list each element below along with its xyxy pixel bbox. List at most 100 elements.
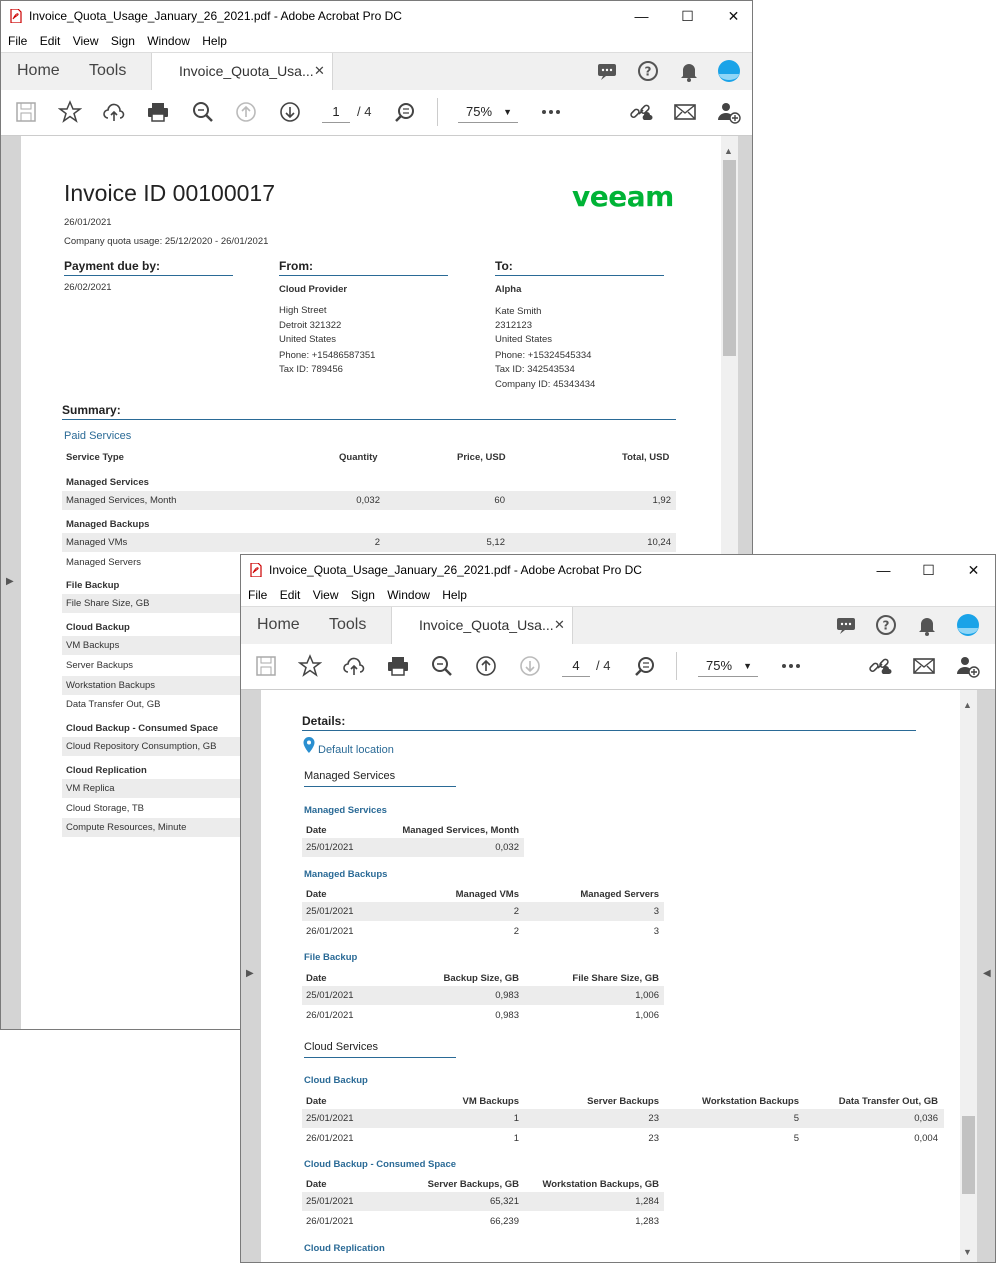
menu-help[interactable]: Help <box>195 31 227 48</box>
tab-document[interactable]: Invoice_Quota_Usa... ✕ <box>151 53 333 90</box>
save-icon[interactable] <box>14 100 38 124</box>
scroll-up-icon[interactable]: ▲ <box>724 146 733 156</box>
email-icon[interactable] <box>912 654 936 678</box>
bookmark-star-icon[interactable] <box>298 654 322 678</box>
from-phone: Phone: +15486587351 <box>279 350 376 361</box>
detail-table-title: File Backup <box>304 952 358 963</box>
print-icon[interactable] <box>386 654 410 678</box>
date-cell: 25/01/2021 <box>306 990 354 1001</box>
zoom-fit-icon[interactable] <box>393 100 417 124</box>
maximize-button[interactable]: ☐ <box>665 1 710 31</box>
service-name: Cloud Repository Consumption, GB <box>66 741 217 752</box>
invoice-date: 26/01/2021 <box>64 217 112 228</box>
avatar[interactable] <box>956 613 980 637</box>
menu-file[interactable]: File <box>1 31 27 48</box>
detail-column-header: Date <box>306 1096 327 1107</box>
location-pin-icon <box>303 737 315 753</box>
zoom-search-icon[interactable] <box>191 100 215 124</box>
detail-table-row: 26/01/2021 0,983 1,006 <box>302 1006 664 1025</box>
tab-tools[interactable]: Tools <box>89 62 126 80</box>
share-link-icon[interactable] <box>629 100 653 124</box>
col-price: Price, USD <box>457 452 506 463</box>
value-cell: 0,004 <box>914 1133 938 1144</box>
close-tab-icon[interactable]: ✕ <box>314 63 325 79</box>
tab-home[interactable]: Home <box>257 616 300 634</box>
help-icon[interactable]: ? <box>874 613 898 637</box>
menu-window[interactable]: Window <box>140 31 190 48</box>
service-name: Managed Servers <box>66 557 141 568</box>
service-name: Server Backups <box>66 660 134 671</box>
tab-document[interactable]: Invoice_Quota_Usa... ✕ <box>391 607 573 644</box>
next-page-icon[interactable] <box>278 100 302 124</box>
save-icon[interactable] <box>254 654 278 678</box>
document-view[interactable]: ▶ ◀ Details: Default location Managed Se… <box>241 690 995 1262</box>
menu-sign[interactable]: Sign <box>104 31 135 48</box>
menu-file[interactable]: File <box>241 585 267 602</box>
print-icon[interactable] <box>146 100 170 124</box>
menu-view[interactable]: View <box>66 31 99 48</box>
minimize-button[interactable]: — <box>619 1 664 31</box>
cloud-upload-icon[interactable] <box>102 100 126 124</box>
prev-page-icon[interactable] <box>234 100 258 124</box>
zoom-search-icon[interactable] <box>430 654 454 678</box>
close-tab-icon[interactable]: ✕ <box>554 617 565 633</box>
scroll-thumb[interactable] <box>962 1116 975 1194</box>
scroll-up-icon[interactable]: ▲ <box>963 700 972 710</box>
share-link-icon[interactable] <box>868 654 892 678</box>
comment-icon[interactable] <box>834 613 858 637</box>
value-cell: 1,006 <box>635 990 659 1001</box>
add-user-icon[interactable] <box>956 654 980 678</box>
maximize-button[interactable]: ☐ <box>906 555 951 585</box>
to-tax: Tax ID: 342543534 <box>495 364 575 375</box>
zoom-select[interactable]: 75% ▼ <box>698 656 758 677</box>
title-bar: Invoice_Quota_Usage_January_26_2021.pdf … <box>1 1 752 31</box>
menu-bar: File Edit View Sign Window Help <box>1 31 752 52</box>
page-number-input[interactable]: 1 <box>322 102 350 123</box>
detail-column-header: Backup Size, GB <box>443 973 520 984</box>
prev-page-icon[interactable] <box>474 654 498 678</box>
scroll-thumb[interactable] <box>723 160 736 356</box>
email-icon[interactable] <box>673 100 697 124</box>
date-cell: 26/01/2021 <box>306 926 354 937</box>
menu-edit[interactable]: Edit <box>33 31 61 48</box>
more-tools-icon[interactable] <box>539 100 563 124</box>
comment-icon[interactable] <box>595 59 619 83</box>
menu-help[interactable]: Help <box>435 585 467 602</box>
menu-sign[interactable]: Sign <box>344 585 375 602</box>
zoom-select[interactable]: 75% ▼ <box>458 102 518 123</box>
to-heading: To: <box>495 259 664 276</box>
vertical-scrollbar[interactable]: ▲ ▼ <box>960 690 977 1262</box>
left-panel-arrow-icon[interactable]: ▶ <box>246 968 254 979</box>
zoom-fit-icon[interactable] <box>633 654 657 678</box>
help-icon[interactable]: ? <box>636 59 660 83</box>
minimize-button[interactable]: — <box>861 555 906 585</box>
close-button[interactable]: ✕ <box>711 1 752 31</box>
scroll-down-icon[interactable]: ▼ <box>963 1247 972 1257</box>
menu-view[interactable]: View <box>306 585 339 602</box>
bookmark-star-icon[interactable] <box>58 100 82 124</box>
bell-icon[interactable] <box>915 613 939 637</box>
detail-column-header: Managed VMs <box>455 889 519 900</box>
menu-edit[interactable]: Edit <box>273 585 301 602</box>
tab-home[interactable]: Home <box>17 62 60 80</box>
detail-table-title: Cloud Backup - Consumed Space <box>304 1159 457 1170</box>
close-button[interactable]: ✕ <box>951 555 995 585</box>
page-number-input[interactable]: 4 <box>562 656 590 677</box>
price-cell: 60 <box>494 495 505 506</box>
more-tools-icon[interactable] <box>779 654 803 678</box>
bell-icon[interactable] <box>677 59 701 83</box>
menu-window[interactable]: Window <box>380 585 430 602</box>
left-panel-arrow-icon[interactable]: ▶ <box>6 576 14 587</box>
service-name: Cloud Storage, TB <box>66 803 144 814</box>
next-page-icon[interactable] <box>518 654 542 678</box>
tab-tools[interactable]: Tools <box>329 616 366 634</box>
zoom-value: 75% <box>466 104 493 119</box>
avatar[interactable] <box>717 59 741 83</box>
cloud-replication-title: Cloud Replication <box>304 1243 385 1254</box>
add-user-icon[interactable] <box>717 100 741 124</box>
summary-row: Managed Services, Month 0,032 60 1,92 <box>62 491 676 510</box>
col-service-type: Service Type <box>66 452 124 463</box>
right-panel-arrow-icon[interactable]: ◀ <box>983 968 991 979</box>
cloud-upload-icon[interactable] <box>342 654 366 678</box>
to-country: United States <box>495 334 553 345</box>
